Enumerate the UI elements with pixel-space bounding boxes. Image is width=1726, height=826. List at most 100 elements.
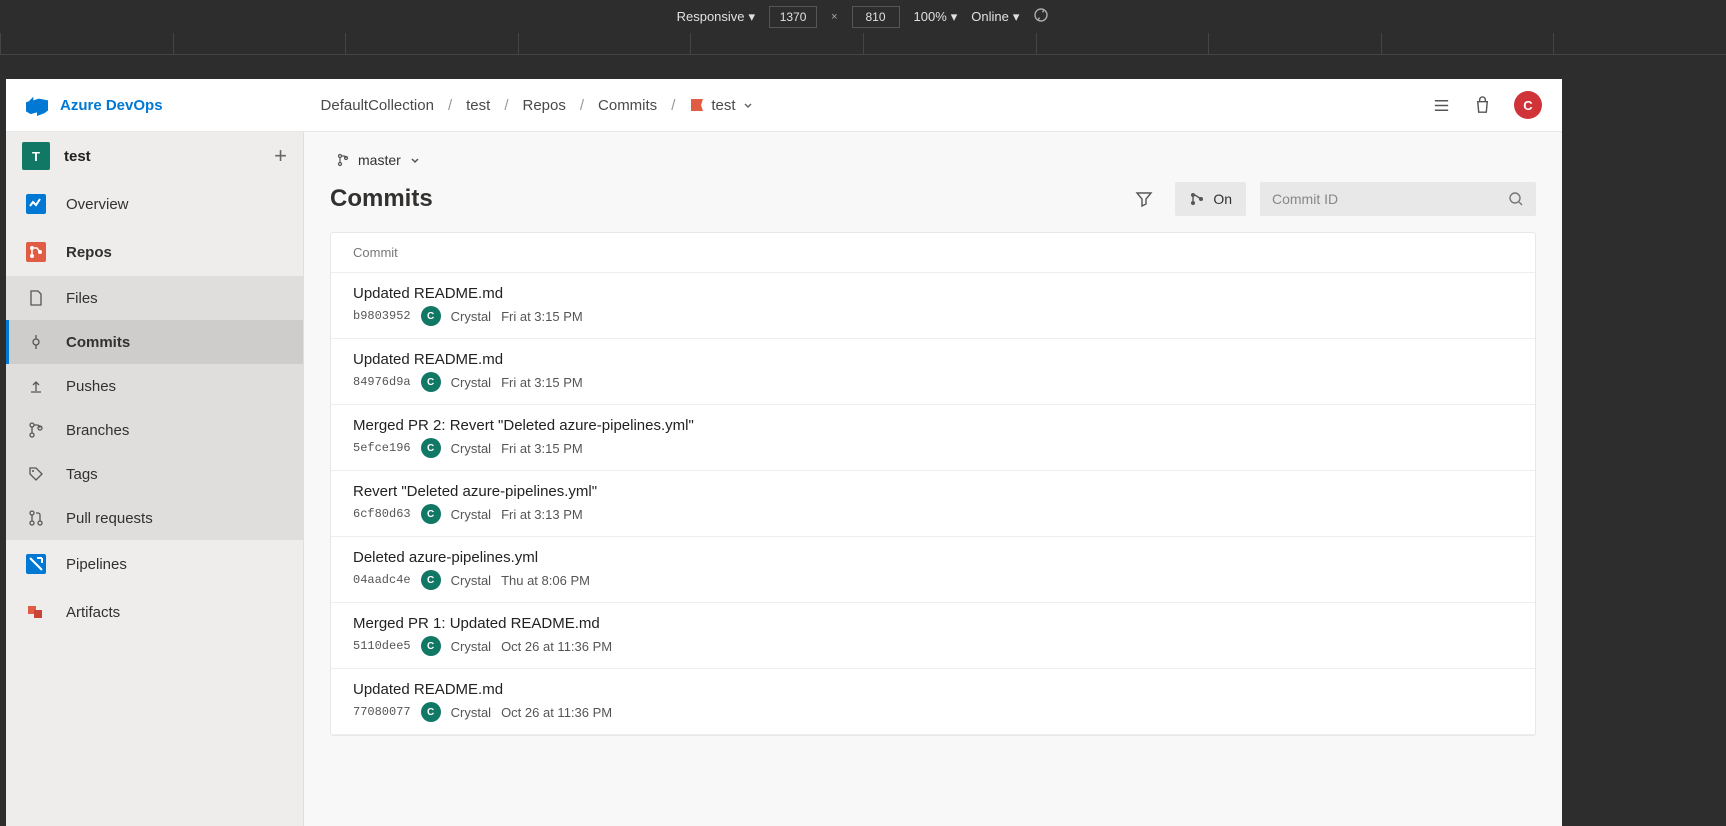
commit-meta: 84976d9aCCrystalFri at 3:15 PM [353, 372, 1513, 392]
push-icon [27, 377, 45, 395]
avatar-letter: C [1523, 98, 1532, 113]
commit-row[interactable]: Deleted azure-pipelines.yml04aadc4eCCrys… [331, 537, 1535, 603]
width-input[interactable] [769, 6, 817, 28]
commit-author: Crystal [451, 441, 491, 456]
add-button[interactable]: + [274, 143, 287, 169]
commit-row[interactable]: Updated README.md77080077CCrystalOct 26 … [331, 669, 1535, 735]
list-icon[interactable] [1432, 96, 1451, 115]
commit-row[interactable]: Merged PR 1: Updated README.md5110dee5CC… [331, 603, 1535, 669]
branch-name: master [358, 152, 401, 168]
crumb-project[interactable]: test [458, 97, 498, 114]
app-window: Azure DevOps DefaultCollection / test / … [6, 79, 1562, 826]
chevron-down-icon [742, 99, 754, 111]
commit-row[interactable]: Merged PR 2: Revert "Deleted azure-pipel… [331, 405, 1535, 471]
pipelines-icon [24, 552, 48, 576]
sidebar-item-label: Files [66, 290, 98, 307]
breadcrumb-separator: / [665, 97, 681, 114]
throttle-label: Online [971, 9, 1009, 24]
sidebar-sub-pullrequests[interactable]: Pull requests [6, 496, 303, 540]
zoom-dropdown[interactable]: 100% ▾ [914, 9, 958, 25]
filter-button[interactable] [1127, 182, 1161, 216]
commit-date: Fri at 3:13 PM [501, 507, 583, 522]
commit-meta: 5efce196CCrystalFri at 3:15 PM [353, 438, 1513, 458]
brand-text: Azure DevOps [60, 97, 163, 114]
commit-title: Revert "Deleted azure-pipelines.yml" [353, 483, 1513, 500]
commits-list: Updated README.md b9803952CCrystalFri at … [331, 273, 1535, 735]
commit-title: Updated README.md [353, 681, 1513, 698]
commit-search-input[interactable] [1272, 191, 1508, 207]
crumb-repo-label: test [711, 97, 735, 114]
zoom-label: 100% [914, 9, 947, 24]
sidebar-item-pipelines[interactable]: Pipelines [6, 540, 303, 588]
commit-meta: b9803952CCrystalFri at 3:15 PM [353, 306, 1513, 326]
commit-title: Merged PR 1: Updated README.md [353, 615, 1513, 632]
page-title: Commits [330, 185, 1127, 213]
sidebar-item-label: Tags [66, 466, 98, 483]
breadcrumb-separator: / [574, 97, 590, 114]
rotate-icon[interactable] [1033, 7, 1049, 26]
sidebar-item-artifacts[interactable]: Artifacts [6, 588, 303, 636]
height-input[interactable] [852, 6, 900, 28]
crumb-repo-dropdown[interactable]: test [681, 97, 761, 114]
shopping-bag-icon[interactable] [1473, 96, 1492, 115]
author-avatar: C [421, 306, 441, 326]
author-avatar: C [421, 636, 441, 656]
commits-header: Commit [331, 233, 1535, 273]
commit-hash: 84976d9a [353, 375, 411, 389]
commit-date: Fri at 3:15 PM [501, 309, 583, 324]
sidebar-item-label: Overview [66, 196, 129, 213]
chevron-down-icon [409, 154, 421, 166]
sidebar-sub-files[interactable]: Files [6, 276, 303, 320]
chevron-down-icon: ▾ [749, 9, 756, 25]
commit-icon [27, 333, 45, 351]
repo-icon [689, 97, 705, 113]
throttle-dropdown[interactable]: Online ▾ [971, 9, 1019, 25]
commit-row[interactable]: Updated README.md84976d9aCCrystalFri at … [331, 339, 1535, 405]
sidebar-item-repos[interactable]: Repos [6, 228, 303, 276]
project-header[interactable]: T test + [6, 132, 303, 180]
branch-icon [336, 153, 350, 167]
devtools-ruler [0, 33, 1726, 55]
top-header: Azure DevOps DefaultCollection / test / … [6, 79, 1562, 132]
crumb-section[interactable]: Repos [514, 97, 573, 114]
tag-icon [27, 465, 45, 483]
brand-logo[interactable]: Azure DevOps [26, 94, 163, 116]
project-name: test [64, 148, 260, 165]
filter-icon [1135, 190, 1153, 208]
commit-meta: 04aadc4eCCrystalThu at 8:06 PM [353, 570, 1513, 590]
graph-toggle-label: On [1213, 191, 1232, 207]
crumb-collection[interactable]: DefaultCollection [313, 97, 442, 114]
main-content: master Commits On [304, 132, 1562, 826]
sidebar-item-overview[interactable]: Overview [6, 180, 303, 228]
commit-title: Merged PR 2: Revert "Deleted azure-pipel… [353, 417, 1513, 434]
devtools-bar: Responsive ▾ × 100% ▾ Online ▾ [0, 0, 1726, 33]
sidebar-item-label: Pipelines [66, 556, 127, 573]
sidebar-sub-pushes[interactable]: Pushes [6, 364, 303, 408]
sidebar-item-label: Pull requests [66, 510, 153, 527]
commit-title: Deleted azure-pipelines.yml [353, 549, 1513, 566]
commit-author: Crystal [451, 375, 491, 390]
graph-icon [1189, 191, 1205, 207]
graph-toggle-button[interactable]: On [1175, 182, 1246, 216]
commit-meta: 6cf80d63CCrystalFri at 3:13 PM [353, 504, 1513, 524]
commit-hash: 04aadc4e [353, 573, 411, 587]
chevron-down-icon: ▾ [951, 9, 958, 25]
commit-row[interactable]: Updated README.mdb9803952CCrystalFri at … [331, 273, 1535, 339]
crumb-subsection[interactable]: Commits [590, 97, 665, 114]
breadcrumb-separator: / [442, 97, 458, 114]
project-badge: T [22, 142, 50, 170]
commits-card: Commit Updated README.md b9803952CCrystal… [330, 232, 1536, 736]
dimension-separator: × [831, 11, 837, 23]
sidebar-sub-commits[interactable]: Commits [6, 320, 303, 364]
device-mode-dropdown[interactable]: Responsive ▾ [677, 9, 755, 25]
author-avatar: C [421, 570, 441, 590]
branch-selector[interactable]: master [330, 148, 427, 172]
sidebar-item-label: Repos [66, 244, 112, 261]
commit-author: Crystal [451, 507, 491, 522]
commit-row[interactable]: Revert "Deleted azure-pipelines.yml"6cf8… [331, 471, 1535, 537]
sidebar-sub-branches[interactable]: Branches [6, 408, 303, 452]
commit-search[interactable] [1260, 182, 1536, 216]
sidebar-sub-tags[interactable]: Tags [6, 452, 303, 496]
user-avatar[interactable]: C [1514, 91, 1542, 119]
artifacts-icon [24, 600, 48, 624]
